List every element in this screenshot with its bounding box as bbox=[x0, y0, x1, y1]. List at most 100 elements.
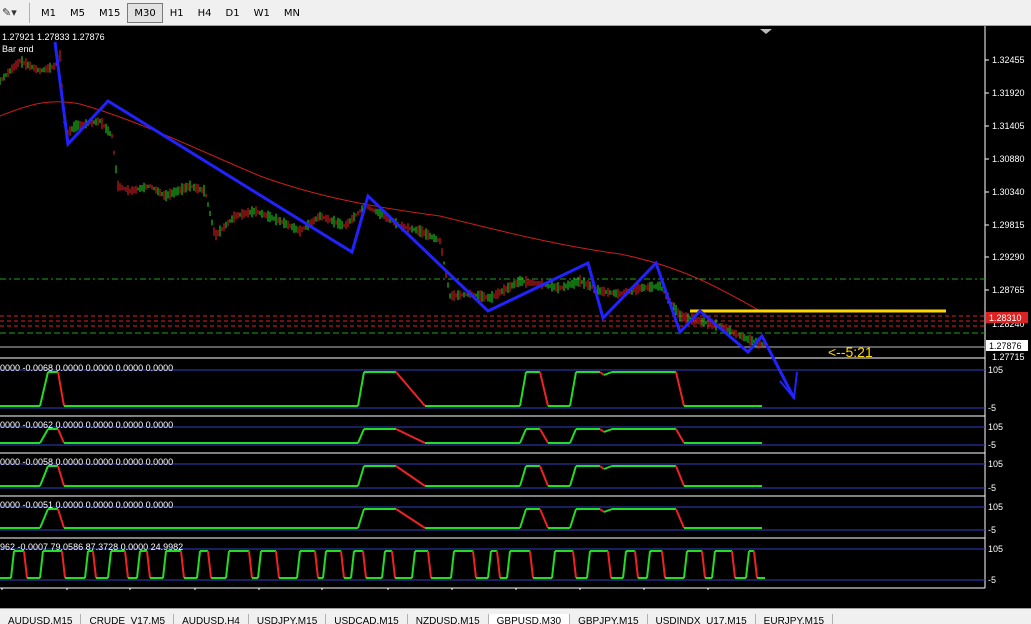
level-105-label: 105 bbox=[988, 459, 1003, 469]
oscillator-segment bbox=[675, 508, 685, 529]
oscillator-segment bbox=[683, 550, 688, 579]
timeframe-bar: M1 M5 M15 M30 H1 H4 D1 W1 MN bbox=[34, 3, 307, 23]
chart-tab[interactable]: USDJPY,M15 bbox=[249, 614, 327, 624]
oscillator-segment bbox=[275, 550, 280, 579]
oscillator-segment bbox=[196, 550, 201, 579]
oscillator-segment bbox=[569, 428, 577, 444]
oscillator-segment bbox=[357, 371, 365, 407]
oscillator-segment bbox=[599, 508, 605, 513]
ohlc-readout: 1.27921 1.27833 1.27876 bbox=[2, 32, 105, 42]
price-tick-label: 1.28765 bbox=[992, 285, 1025, 295]
level-minus5-label: -5 bbox=[988, 483, 996, 493]
price-tick-label: 1.31920 bbox=[992, 88, 1025, 98]
level-105-label: 105 bbox=[988, 422, 1003, 432]
indicator-name: Bar end bbox=[2, 44, 34, 54]
oscillator-segment bbox=[599, 371, 605, 376]
oscillator-segment bbox=[207, 550, 212, 579]
oscillator-segment bbox=[39, 508, 49, 529]
chart-tab[interactable]: CRUDE_V17,M5 bbox=[81, 614, 175, 624]
price-tick-label: 1.29815 bbox=[992, 220, 1025, 230]
chart-area[interactable]: 1.27921 1.27833 1.27876 Bar end 1.32455 1… bbox=[0, 26, 1031, 606]
oscillator-segment bbox=[107, 550, 112, 579]
level-minus5-label: -5 bbox=[988, 525, 996, 535]
oscillator-segment bbox=[519, 428, 527, 444]
oscillator-segment bbox=[539, 371, 549, 407]
timeframe-m1[interactable]: M1 bbox=[34, 3, 63, 23]
oscillator-segment bbox=[745, 550, 750, 579]
oscillator-segment bbox=[519, 465, 527, 487]
chart-tab[interactable]: USDINDX_U17,M15 bbox=[648, 614, 756, 624]
timeframe-h1[interactable]: H1 bbox=[163, 3, 191, 23]
oscillator-segment bbox=[529, 550, 534, 579]
oscillator-segment bbox=[519, 371, 527, 407]
oscillator-segment bbox=[381, 550, 386, 579]
oscillator-segment bbox=[701, 550, 706, 579]
chart-tab[interactable]: AUDUSD,H4 bbox=[174, 614, 249, 624]
bar-timer: <--5:21 bbox=[828, 344, 873, 360]
oscillator-segment bbox=[146, 550, 151, 579]
oscillator-segment bbox=[496, 550, 501, 579]
oscillator-segment bbox=[603, 371, 613, 376]
subwindow-readout: 0000 -0.0058 0.0000 0.0000 0.0000 0.0000 bbox=[0, 457, 173, 467]
oscillator-segment bbox=[39, 371, 49, 407]
oscillator-segment bbox=[23, 550, 28, 579]
oscillator-segment bbox=[603, 508, 613, 513]
oscillator-segment bbox=[622, 550, 627, 579]
oscillator-segment bbox=[569, 508, 577, 529]
oscillator-segment bbox=[661, 550, 666, 579]
oscillator-segment bbox=[472, 550, 477, 579]
oscillator-segment bbox=[450, 550, 455, 579]
oscillator-segment bbox=[395, 508, 426, 529]
red-price-label: 1.28310 bbox=[989, 313, 1022, 323]
zigzag-trend-line bbox=[53, 41, 796, 399]
timeframe-w1[interactable]: W1 bbox=[247, 3, 277, 23]
oscillator-segment bbox=[646, 550, 651, 579]
oscillator-segment bbox=[675, 465, 685, 487]
oscillator-segment bbox=[551, 550, 556, 579]
subwindow-readout: 0000 -0.0068 0.0000 0.0000 0.0000 0.0000 bbox=[0, 363, 173, 373]
chart-tab[interactable]: USDCAD,M15 bbox=[326, 614, 408, 624]
level-105-label: 105 bbox=[988, 365, 1003, 375]
oscillator-segment bbox=[225, 550, 230, 579]
chart-tab[interactable]: NZDUSD,M15 bbox=[408, 614, 489, 624]
price-tick-label: 1.30880 bbox=[992, 154, 1025, 164]
oscillator-segment bbox=[357, 428, 365, 444]
timeframe-m5[interactable]: M5 bbox=[63, 3, 92, 23]
oscillator-segment bbox=[675, 371, 685, 407]
timeframe-m30[interactable]: M30 bbox=[127, 3, 163, 23]
oscillator-segment bbox=[607, 550, 612, 579]
chart-tabs-bar: AUDUSD,M15 CRUDE_V17,M5 AUDUSD,H4 USDJPY,M1… bbox=[0, 608, 1031, 624]
oscillator-segment bbox=[39, 428, 49, 444]
oscillator-segment bbox=[603, 465, 613, 470]
oscillator-segment bbox=[136, 550, 141, 579]
timeframe-d1[interactable]: D1 bbox=[219, 3, 247, 23]
oscillator-segment bbox=[248, 550, 253, 579]
chart-tab[interactable]: AUDUSD,M15 bbox=[0, 614, 82, 624]
price-tick-label: 1.29290 bbox=[992, 252, 1025, 262]
oscillator-segment bbox=[124, 550, 129, 579]
oscillator-segment bbox=[391, 550, 396, 579]
current-price-label: 1.27876 bbox=[989, 341, 1022, 351]
timeframe-mn[interactable]: MN bbox=[277, 3, 307, 23]
oscillator-segment bbox=[539, 465, 549, 487]
chart-svg[interactable]: 1.27921 1.27833 1.27876 Bar end 1.32455 1… bbox=[0, 26, 1031, 606]
oscillator-segment bbox=[84, 550, 89, 579]
chart-tab[interactable]: EURJPY,M15 bbox=[756, 614, 834, 624]
oscillator-segment bbox=[350, 550, 355, 579]
chart-tab[interactable]: GBPJPY,M15 bbox=[570, 614, 648, 624]
timeframe-h4[interactable]: H4 bbox=[191, 3, 219, 23]
toolbar: ✎▾ M1 M5 M15 M30 H1 H4 D1 W1 MN bbox=[0, 0, 1031, 26]
drawing-tools-icon[interactable]: ✎▾ bbox=[2, 4, 24, 22]
level-minus5-label: -5 bbox=[988, 575, 996, 585]
price-tick-label: 1.27715 bbox=[992, 352, 1025, 362]
oscillator-segment bbox=[539, 428, 549, 444]
oscillator-segment bbox=[314, 550, 319, 579]
oscillator-segment bbox=[10, 550, 15, 579]
oscillator-segment bbox=[395, 465, 426, 487]
chart-tab[interactable]: GBPUSD,M30 bbox=[488, 614, 571, 624]
oscillator-segment bbox=[39, 465, 49, 487]
oscillator-segment bbox=[257, 550, 262, 579]
timeframe-m15[interactable]: M15 bbox=[92, 3, 127, 23]
level-105-label: 105 bbox=[988, 502, 1003, 512]
oscillator-segment bbox=[603, 428, 613, 433]
